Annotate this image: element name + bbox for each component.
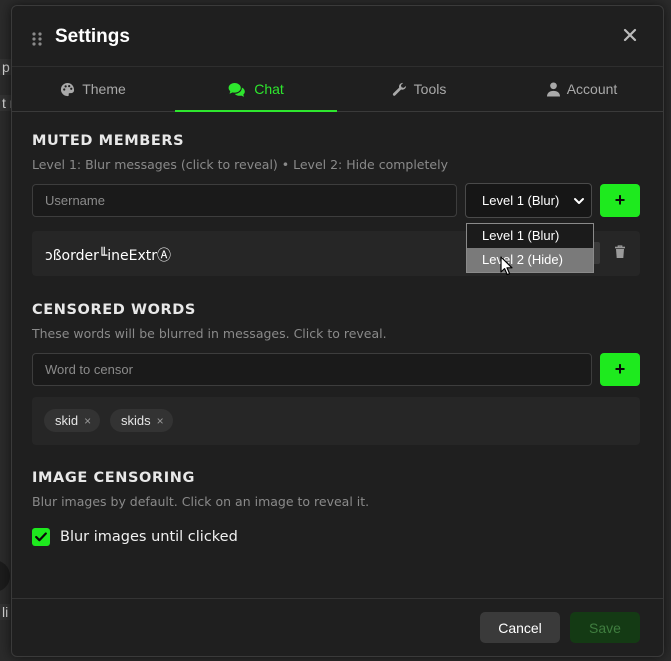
tag-label: skids: [121, 413, 151, 428]
tab-label: Chat: [254, 81, 284, 97]
user-icon: [546, 81, 560, 96]
plus-icon: +: [614, 359, 626, 379]
settings-modal: Settings Theme Chat Tools Account MUTED …: [11, 5, 664, 657]
tab-label: Theme: [82, 81, 126, 97]
save-button[interactable]: Save: [570, 612, 640, 643]
mute-level-select[interactable]: Level 1 (Blur): [465, 183, 592, 218]
username-input[interactable]: [32, 184, 457, 217]
censored-word-tag: skid ×: [44, 409, 101, 432]
image-censoring-title: IMAGE CENSORING: [32, 470, 195, 486]
tag-label: skid: [55, 413, 79, 428]
blur-images-label: Blur images until clicked: [60, 529, 238, 545]
tab-label: Tools: [413, 81, 447, 97]
image-censoring-description: Blur images by default. Click on an imag…: [32, 494, 370, 509]
add-censored-word-button[interactable]: +: [600, 353, 640, 386]
checkmark-icon: [35, 532, 47, 542]
tab-chat[interactable]: Chat: [175, 67, 337, 112]
mute-level-dropdown: Level 1 (Blur) Level 2 (Hide): [466, 223, 594, 273]
add-muted-member-button[interactable]: +: [600, 184, 640, 217]
plus-icon: +: [614, 190, 626, 210]
chevron-down-icon: [574, 198, 584, 204]
remove-tag-icon[interactable]: ×: [84, 414, 91, 428]
tab-tools[interactable]: Tools: [338, 67, 500, 111]
censored-words-list: skid × skids ×: [32, 397, 640, 445]
modal-footer: Cancel Save: [12, 598, 663, 656]
mute-level-value: Level 1 (Blur): [482, 193, 560, 208]
modal-title: Settings: [55, 26, 130, 47]
comments-icon: [228, 82, 246, 97]
blur-images-checkbox[interactable]: [32, 528, 50, 546]
censor-word-input[interactable]: [32, 353, 592, 386]
tab-label: Account: [566, 81, 618, 97]
palette-icon: [61, 82, 75, 96]
trash-icon[interactable]: [614, 245, 626, 264]
muted-members-title: MUTED MEMBERS: [32, 133, 185, 149]
tab-theme[interactable]: Theme: [12, 67, 174, 111]
drag-handle-icon[interactable]: [32, 32, 42, 51]
muted-member-name: ↄßorder╙ineExtrⒶ: [45, 248, 172, 264]
tab-account[interactable]: Account: [501, 67, 663, 111]
censored-word-tag: skids ×: [110, 409, 173, 432]
wrench-icon: [392, 82, 406, 96]
censored-words-title: CENSORED WORDS: [32, 302, 196, 318]
mouse-cursor-icon: [500, 256, 513, 276]
settings-tabs: Theme Chat Tools Account: [12, 66, 663, 112]
dropdown-option-level-2[interactable]: Level 2 (Hide): [467, 248, 593, 272]
background-text-fragment: li: [0, 604, 11, 620]
dropdown-option-level-1[interactable]: Level 1 (Blur): [467, 224, 593, 248]
modal-header: Settings: [12, 6, 663, 66]
remove-tag-icon[interactable]: ×: [157, 414, 164, 428]
muted-members-description: Level 1: Blur messages (click to reveal)…: [32, 157, 448, 172]
close-icon[interactable]: [619, 24, 641, 46]
background-avatar: [0, 560, 10, 592]
censored-words-description: These words will be blurred in messages.…: [32, 326, 387, 341]
cancel-button[interactable]: Cancel: [480, 612, 560, 643]
